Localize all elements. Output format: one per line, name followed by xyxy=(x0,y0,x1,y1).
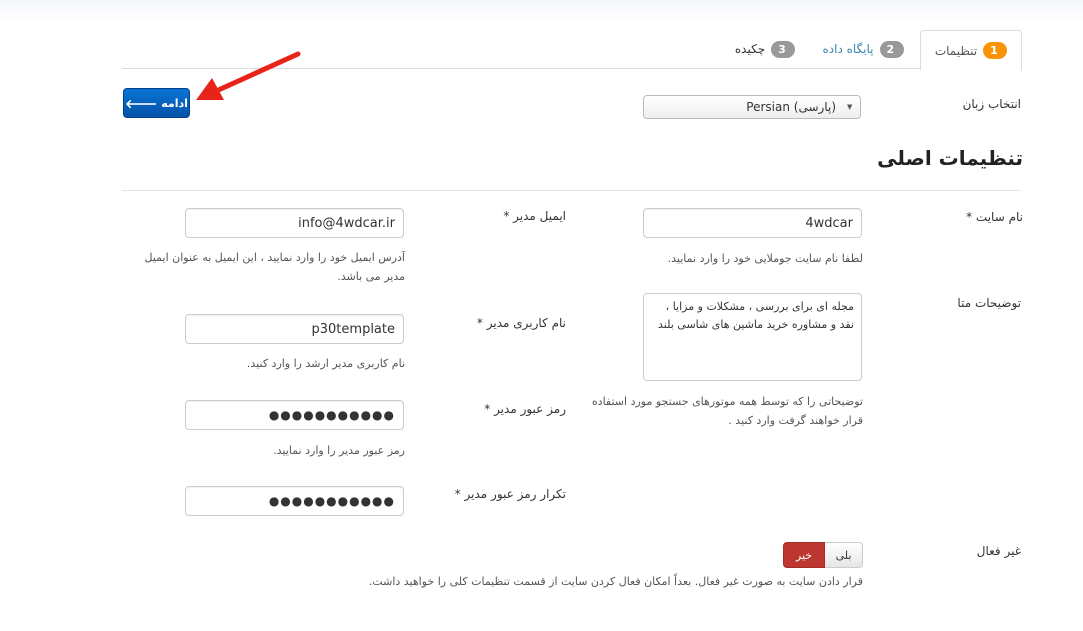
caret-down-icon: ▼ xyxy=(847,103,853,111)
offline-help: قرار دادن سایت به صورت غیر فعال. بعداً ا… xyxy=(368,575,863,588)
site-name-label: نام سایت * xyxy=(966,210,1023,224)
admin-password-label: رمز عبور مدیر * xyxy=(484,402,566,416)
offline-toggle[interactable]: خیر بلی xyxy=(783,542,863,568)
admin-password-confirm-input[interactable]: ●●●●●●●●●●● xyxy=(185,486,404,516)
admin-email-help: آدرس ایمیل خود را وارد نمایید ، این ایمی… xyxy=(145,248,406,286)
admin-email-label: ایمیل مدیر * xyxy=(503,209,566,223)
site-name-input[interactable]: 4wdcar xyxy=(643,208,862,238)
tab-database[interactable]: 2 پایگاه داده xyxy=(818,30,908,68)
tab-label: چکیده xyxy=(734,42,766,56)
meta-description-help: توضیحاتی را که توسط همه موتورهای جستجو م… xyxy=(592,392,863,430)
tab-label: پایگاه داده xyxy=(822,42,874,56)
language-selected-value: Persian (پارسی) xyxy=(746,100,836,114)
section-divider xyxy=(122,190,1021,191)
admin-email-input[interactable]: info@4wdcar.ir xyxy=(185,208,404,238)
meta-description-label: توضیحات متا xyxy=(957,296,1021,310)
tab-label: تنظیمات xyxy=(934,43,978,58)
admin-password-confirm-label: تکرار رمز عبور مدیر * xyxy=(454,487,566,501)
top-gradient xyxy=(0,0,1083,22)
tab-number-badge: 3 xyxy=(771,40,796,58)
page-title: تنظیمات اصلی xyxy=(877,146,1023,170)
help-line: آدرس ایمیل خود را وارد نمایید ، این ایمی… xyxy=(144,251,406,264)
tab-number-badge: 2 xyxy=(879,40,904,58)
next-button[interactable]: 🡐 ادامه xyxy=(123,88,190,118)
tab-settings[interactable]: 1 تنظیمات xyxy=(920,30,1022,71)
meta-description-textarea[interactable]: مجله ای برای بررسی ، مشکلات و مزایا ، نق… xyxy=(643,293,862,381)
meta-description-line: نقد و مشاوره خرید ماشین های شاسی بلند xyxy=(657,318,854,331)
offline-label: غیر فعال xyxy=(976,544,1021,558)
help-line: مدیر می باشد. xyxy=(337,270,405,283)
meta-description-line: مجله ای برای بررسی ، مشکلات و مزایا ، xyxy=(665,300,854,313)
admin-password-help: رمز عبور مدیر را وارد نمایید. xyxy=(273,444,405,457)
arrow-left-icon: 🡐 xyxy=(125,96,158,111)
language-select[interactable]: ▼ Persian (پارسی) xyxy=(643,95,861,119)
offline-yes-button[interactable]: بلی xyxy=(825,542,863,568)
admin-username-input[interactable]: p30template xyxy=(185,314,404,344)
language-label: انتخاب زبان xyxy=(962,97,1021,111)
admin-password-input[interactable]: ●●●●●●●●●●● xyxy=(185,400,404,430)
next-button-label: ادامه xyxy=(161,96,188,110)
tab-number-badge: 1 xyxy=(983,42,1008,59)
site-name-help: لطفا نام سایت جوملایی خود را وارد نمایید… xyxy=(667,252,863,265)
offline-no-button[interactable]: خیر xyxy=(783,542,825,568)
tab-overview[interactable]: 3 چکیده xyxy=(725,30,805,68)
help-line: توضیحاتی را که توسط همه موتورهای جستجو م… xyxy=(591,395,863,408)
admin-username-label: نام کاربری مدیر * xyxy=(476,316,566,330)
help-line: قرار خواهند گرفت وارد کنید . xyxy=(728,414,863,427)
admin-username-help: نام کاربری مدیر ارشد را وارد کنید. xyxy=(246,357,405,370)
red-annotation-arrow-icon xyxy=(196,51,301,100)
